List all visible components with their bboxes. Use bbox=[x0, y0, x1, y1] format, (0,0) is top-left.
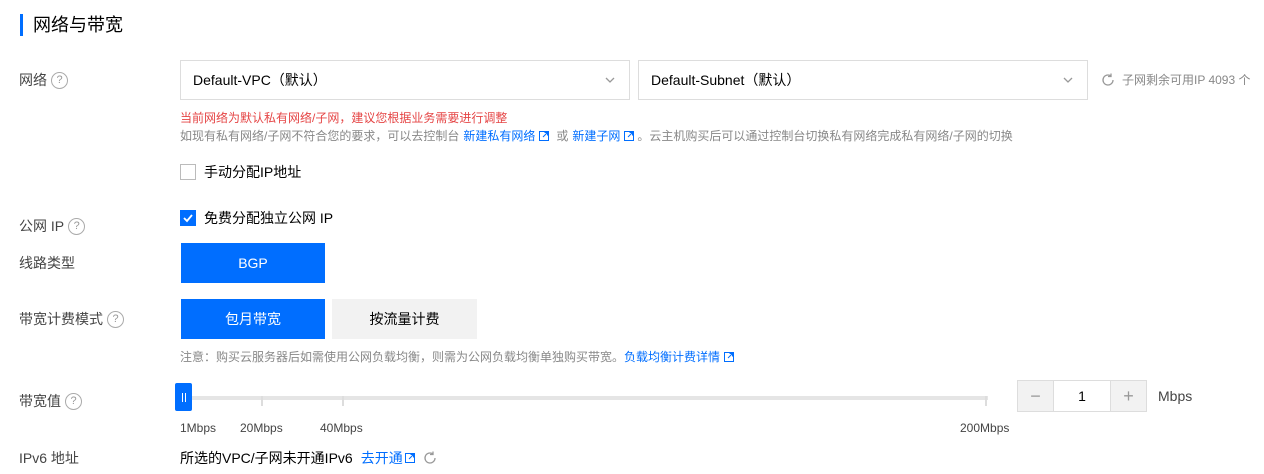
billing-traffic-button[interactable]: 按流量计费 bbox=[332, 299, 477, 339]
vpc-select[interactable]: Default-VPC（默认） bbox=[180, 60, 630, 100]
create-subnet-link[interactable]: 新建子网 bbox=[572, 127, 637, 144]
network-warning: 当前网络为默认私有网络/子网，建议您根据业务需要进行调整 bbox=[180, 111, 508, 125]
public-ip-checkbox[interactable] bbox=[180, 210, 196, 226]
line-type-label: 线路类型 bbox=[19, 253, 75, 273]
subnet-ip-info-text: 子网剩余可用IP 4093 个 bbox=[1122, 73, 1251, 87]
tip-suffix: 。云主机购买后可以通过控制台切换私有网络完成私有网络/子网的切换 bbox=[637, 129, 1013, 143]
public-ip-checkbox-label: 免费分配独立公网 IP bbox=[204, 210, 334, 226]
chevron-down-icon bbox=[605, 77, 615, 83]
tick-label: 1Mbps bbox=[180, 421, 217, 435]
billing-note: 注意：购买云服务器后如需使用公网负载均衡，则需为公网负载均衡单独购买带宽。 负载… bbox=[180, 348, 737, 365]
tip-prefix: 如现有私有网络/子网不符合您的要求，可以去控制台 bbox=[180, 129, 460, 143]
ipv6-label-text: IPv6 地址 bbox=[19, 450, 79, 466]
billing-note-text: 注意：购买云服务器后如需使用公网负载均衡，则需为公网负载均衡单独购买带宽。 bbox=[180, 350, 625, 364]
bandwidth-label-text: 带宽值 bbox=[19, 393, 61, 409]
refresh-icon[interactable] bbox=[422, 450, 438, 466]
increment-button[interactable]: + bbox=[1111, 381, 1146, 411]
network-label-text: 网络 bbox=[19, 72, 47, 88]
decrement-button[interactable]: − bbox=[1018, 381, 1053, 411]
manual-ip-label: 手动分配IP地址 bbox=[204, 164, 302, 180]
slider-tick bbox=[342, 396, 344, 406]
network-tip: 如现有私有网络/子网不符合您的要求，可以去控制台 新建私有网络 或 新建子网 。… bbox=[180, 127, 1013, 144]
refresh-icon[interactable] bbox=[1100, 72, 1116, 88]
help-icon[interactable]: ? bbox=[68, 217, 86, 235]
ipv6-status-text: 所选的VPC/子网未开通IPv6 bbox=[180, 450, 353, 466]
subnet-select[interactable]: Default-Subnet（默认） bbox=[638, 60, 1088, 100]
external-link-icon bbox=[724, 351, 735, 362]
create-subnet-link-text: 新建子网 bbox=[572, 129, 621, 143]
bandwidth-unit: Mbps bbox=[1158, 388, 1193, 404]
ipv6-label: IPv6 地址 bbox=[19, 448, 79, 468]
public-ip-checkbox-row[interactable]: 免费分配独立公网 IP bbox=[180, 208, 333, 228]
subnet-select-value: Default-Subnet（默认） bbox=[651, 72, 801, 88]
bandwidth-stepper: − + bbox=[1017, 380, 1147, 412]
line-type-bgp-button[interactable]: BGP bbox=[181, 243, 325, 283]
subnet-ip-info: 子网剩余可用IP 4093 个 bbox=[1100, 71, 1251, 88]
help-icon[interactable]: ? bbox=[107, 310, 124, 328]
slider-tick bbox=[985, 396, 987, 406]
public-ip-label: 公网 IP ? bbox=[19, 216, 86, 236]
lb-billing-link-text: 负载均衡计费详情 bbox=[624, 350, 721, 364]
billing-mode-label: 带宽计费模式 ? bbox=[19, 309, 124, 329]
billing-mode-label-text: 带宽计费模式 bbox=[19, 311, 103, 327]
bandwidth-input[interactable] bbox=[1053, 381, 1111, 411]
manual-ip-checkbox[interactable] bbox=[180, 164, 196, 180]
tick-label: 20Mbps bbox=[240, 421, 283, 435]
external-link-icon bbox=[404, 453, 415, 463]
chevron-down-icon bbox=[1063, 77, 1073, 83]
create-vpc-link-text: 新建私有网络 bbox=[463, 129, 536, 143]
enable-ipv6-link-text: 去开通 bbox=[360, 450, 403, 466]
tick-label: 40Mbps bbox=[320, 421, 363, 435]
bandwidth-slider-handle[interactable] bbox=[175, 383, 192, 411]
check-icon bbox=[183, 214, 193, 223]
line-type-label-text: 线路类型 bbox=[19, 255, 75, 271]
ipv6-status: 所选的VPC/子网未开通IPv6 去开通 bbox=[180, 448, 438, 468]
manual-ip-checkbox-row[interactable]: 手动分配IP地址 bbox=[180, 162, 301, 182]
section-accent-bar bbox=[20, 14, 23, 36]
enable-ipv6-link[interactable]: 去开通 bbox=[361, 448, 418, 468]
tick-label: 200Mbps bbox=[960, 421, 1010, 435]
public-ip-label-text: 公网 IP bbox=[19, 218, 65, 234]
network-label: 网络 ? bbox=[19, 70, 68, 90]
vpc-select-value: Default-VPC（默认） bbox=[193, 72, 327, 88]
external-link-icon bbox=[539, 130, 550, 141]
billing-monthly-button[interactable]: 包月带宽 bbox=[181, 299, 325, 339]
slider-tick bbox=[261, 396, 263, 406]
section-title: 网络与带宽 bbox=[33, 15, 123, 35]
lb-billing-link[interactable]: 负载均衡计费详情 bbox=[624, 348, 737, 365]
help-icon[interactable]: ? bbox=[51, 71, 68, 89]
bandwidth-slider-track[interactable] bbox=[182, 396, 988, 400]
tip-or: 或 bbox=[556, 129, 569, 143]
create-vpc-link[interactable]: 新建私有网络 bbox=[463, 127, 552, 144]
external-link-icon bbox=[624, 130, 635, 141]
help-icon[interactable]: ? bbox=[65, 392, 82, 410]
bandwidth-label: 带宽值 ? bbox=[19, 391, 82, 411]
